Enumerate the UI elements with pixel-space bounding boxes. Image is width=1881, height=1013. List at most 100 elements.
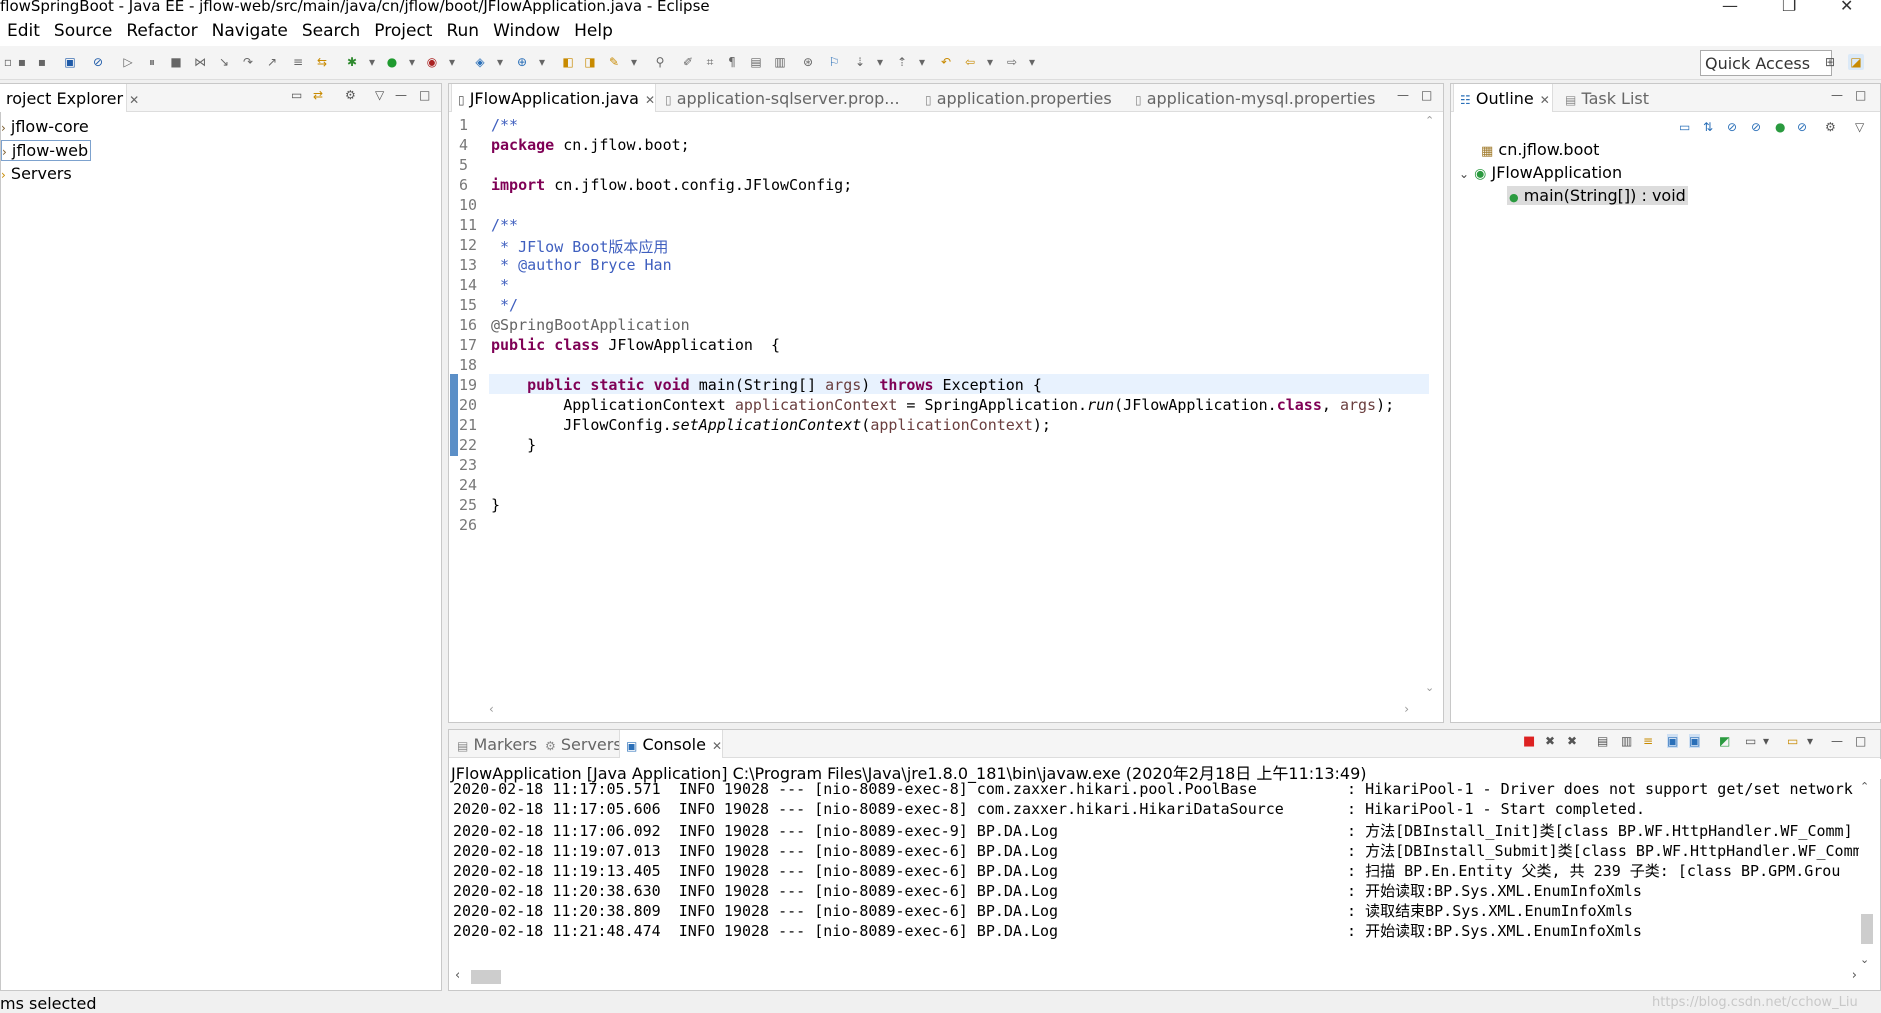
tree-item-jflow-web[interactable]: › jflow-web	[1, 140, 92, 161]
tab-console[interactable]: ▣ Console ✕	[619, 730, 723, 758]
step-into-icon[interactable]: ↘	[216, 54, 232, 70]
outline-item-class[interactable]: ⌄ ◉ JFlowApplication	[1459, 163, 1622, 182]
annotation-icon[interactable]: ⚐	[826, 54, 842, 70]
next-annotation-icon[interactable]: ⇣	[852, 54, 868, 70]
close-icon[interactable]: ✕	[712, 739, 722, 753]
pen-icon[interactable]: ✐	[680, 54, 696, 70]
use-step-filters-icon[interactable]: ⇆	[314, 54, 330, 70]
clear-console-icon[interactable]: ▤	[1597, 734, 1608, 748]
hide-static-icon[interactable]: ⊘	[1751, 120, 1761, 134]
hide-nonpublic-icon[interactable]: ●	[1775, 120, 1785, 134]
skip-breakpoints-icon[interactable]: ⊘	[90, 54, 106, 70]
filter-icon[interactable]: ⚙	[345, 88, 356, 102]
code-line[interactable]: }	[491, 436, 536, 454]
focus-icon[interactable]: ⚙	[1825, 120, 1836, 134]
menu-help[interactable]: Help	[567, 18, 620, 41]
show-stdout-icon[interactable]: ▣	[1667, 734, 1679, 748]
display-console-dropdown-icon[interactable]: ▾	[1763, 734, 1769, 748]
open-type-icon[interactable]: ◧	[560, 54, 576, 70]
menu-window[interactable]: Window	[486, 18, 567, 41]
open-resource-icon[interactable]: ◨	[582, 54, 598, 70]
run-icon[interactable]: ●	[384, 54, 400, 70]
outline-item-method[interactable]: ● main(String[]) : void	[1507, 186, 1688, 205]
tab-application-mysql[interactable]: ▯ application-mysql.properties	[1129, 84, 1381, 112]
debug-dropdown-icon[interactable]: ▾	[364, 54, 380, 70]
menu-edit[interactable]: Edit	[0, 18, 47, 41]
word-wrap-icon[interactable]: ≡	[1643, 734, 1653, 748]
prev-annotation-dropdown-icon[interactable]: ▾	[914, 54, 930, 70]
code-line[interactable]: /**	[491, 216, 518, 234]
menu-project[interactable]: Project	[367, 18, 439, 41]
tab-servers[interactable]: ⚙ Servers	[539, 730, 628, 758]
back-dropdown-icon[interactable]: ▾	[982, 54, 998, 70]
save-icon[interactable]: ▪	[14, 54, 30, 70]
tab-application-properties[interactable]: ▯ application.properties	[919, 84, 1118, 112]
collapse-all-icon[interactable]: ▭	[1679, 120, 1690, 134]
terminal-icon[interactable]: ▣	[62, 54, 78, 70]
chevron-down-icon[interactable]: ⌄	[1459, 167, 1469, 181]
toggle-word-wrap-icon[interactable]: ▤	[748, 54, 764, 70]
tab-jflowapplication-java[interactable]: ▯ JFlowApplication.java ✕	[451, 84, 656, 112]
resume-icon[interactable]: ▷	[120, 54, 136, 70]
drop-frame-icon[interactable]: ≡	[290, 54, 306, 70]
maximize-icon[interactable]: □	[1855, 734, 1866, 748]
forward-icon[interactable]: ⇨	[1004, 54, 1020, 70]
terminate-icon[interactable]: ■	[1523, 734, 1535, 749]
tab-markers[interactable]: ▤ Markers	[451, 730, 543, 758]
menu-source[interactable]: Source	[47, 18, 119, 41]
open-console-icon[interactable]: ▭	[1787, 734, 1798, 748]
minimize-button[interactable]: —	[1722, 0, 1738, 15]
open-console-dropdown-icon[interactable]: ▾	[1807, 734, 1813, 748]
code-line[interactable]: import cn.jflow.boot.config.JFlowConfig;	[491, 176, 852, 194]
disconnect-icon[interactable]: ⋈	[192, 54, 208, 70]
code-line[interactable]: /**	[491, 116, 518, 134]
toggle-mark-icon[interactable]: ⚲	[652, 54, 668, 70]
save-all-icon[interactable]: ▪	[34, 54, 50, 70]
new-server-dropdown-icon[interactable]: ▾	[492, 54, 508, 70]
minimize-icon[interactable]: —	[1831, 734, 1843, 748]
quick-access-input[interactable]: Quick Access	[1700, 50, 1832, 76]
menu-navigate[interactable]: Navigate	[205, 18, 295, 41]
tab-project-explorer[interactable]: roject Explorer ✕	[0, 84, 139, 112]
maximize-icon[interactable]: □	[419, 88, 430, 102]
close-icon[interactable]: ✕	[129, 93, 139, 107]
new-server-icon[interactable]: ◈	[472, 54, 488, 70]
debug-icon[interactable]: ✱	[344, 54, 360, 70]
remove-all-launches-icon[interactable]: ✖	[1567, 734, 1577, 748]
console-horizontal-scrollbar[interactable]: ‹ ›	[449, 968, 1859, 986]
scroll-lock-icon[interactable]: ▥	[1621, 734, 1632, 748]
close-icon[interactable]: ✕	[1540, 93, 1550, 107]
tab-task-list[interactable]: ▤ Task List	[1559, 84, 1655, 112]
open-perspective-icon[interactable]: ⊞	[1822, 54, 1838, 70]
external-tools-icon[interactable]: ◉	[424, 54, 440, 70]
code-line[interactable]: }	[491, 496, 500, 514]
forward-dropdown-icon[interactable]: ▾	[1024, 54, 1040, 70]
code-line[interactable]: public class JFlowApplication {	[491, 336, 780, 354]
last-edit-icon[interactable]: ↶	[938, 54, 954, 70]
scrollbar-thumb[interactable]	[471, 970, 501, 984]
minimize-icon[interactable]: —	[1397, 88, 1409, 102]
sort-icon[interactable]: ⇅	[1703, 120, 1713, 134]
close-icon[interactable]: ✕	[645, 93, 655, 107]
console-vertical-scrollbar[interactable]: ⌃ ⌄	[1860, 780, 1874, 966]
back-icon[interactable]: ⇦	[962, 54, 978, 70]
code-line[interactable]: JFlowConfig.setApplicationContext(applic…	[491, 416, 1051, 434]
restore-button[interactable]: ❐	[1782, 0, 1796, 15]
code-line[interactable]: */	[491, 296, 518, 314]
menu-refactor[interactable]: Refactor	[119, 18, 204, 41]
hide-fields-icon[interactable]: ⊘	[1727, 120, 1737, 134]
link-with-editor-icon[interactable]: ⇄	[313, 88, 323, 102]
show-whitespace-icon[interactable]: ¶	[724, 54, 740, 70]
prev-annotation-icon[interactable]: ⇡	[894, 54, 910, 70]
outline-item-package[interactable]: ▦ cn.jflow.boot	[1481, 140, 1599, 159]
tab-outline[interactable]: ☷ Outline ✕	[1453, 84, 1553, 112]
terminate-icon[interactable]: ■	[168, 54, 184, 70]
run-dropdown-icon[interactable]: ▾	[404, 54, 420, 70]
search-icon[interactable]: ✎	[606, 54, 622, 70]
code-line[interactable]: package cn.jflow.boot;	[491, 136, 690, 154]
java-ee-perspective-icon[interactable]: ◪	[1848, 54, 1864, 70]
tab-application-sqlserver[interactable]: ▯ application-sqlserver.prop...	[659, 84, 906, 112]
editor-horizontal-scrollbar[interactable]: ‹ ›	[489, 702, 1409, 718]
format-icon[interactable]: ▥	[772, 54, 788, 70]
step-return-icon[interactable]: ↗	[264, 54, 280, 70]
